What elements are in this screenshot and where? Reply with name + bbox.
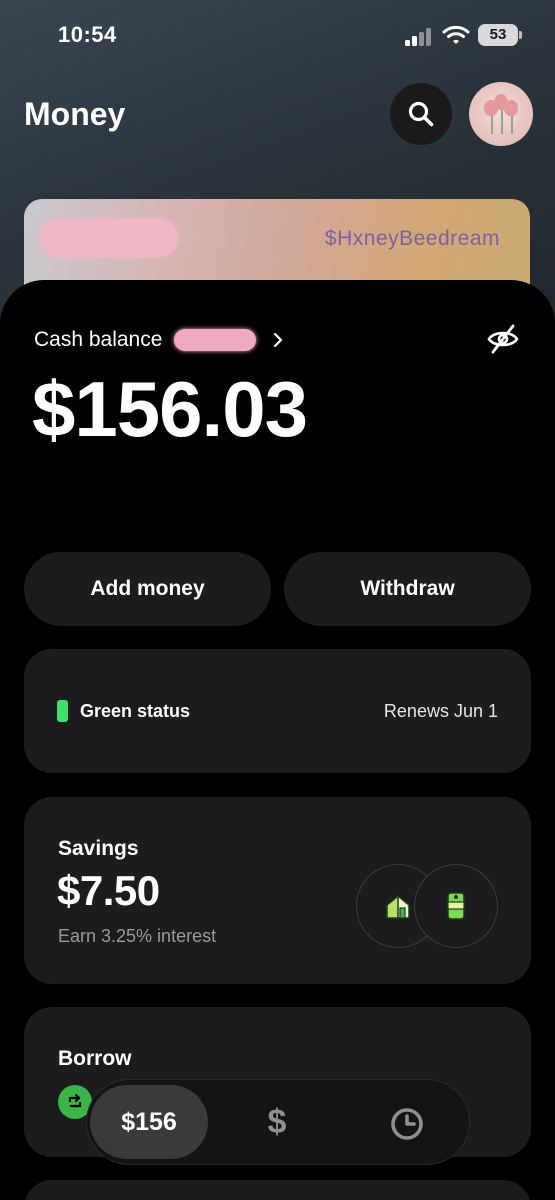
clock-time: 10:54 (58, 22, 117, 47)
cashtag: $HxneyBeedream (324, 227, 500, 250)
savings-interest: Earn 3.25% interest (58, 926, 217, 946)
redacted-account-info (174, 329, 257, 351)
status-bar: 10:54 53 (0, 0, 555, 70)
page-title: Money (24, 96, 126, 132)
add-money-button[interactable]: Add money (24, 552, 271, 626)
clock-icon[interactable] (387, 1104, 427, 1144)
borrow-title: Borrow (58, 1047, 132, 1070)
redacted-card-info (40, 219, 178, 257)
chevron-right-icon (274, 332, 283, 348)
avatar[interactable] (469, 82, 533, 146)
status-indicator (57, 700, 68, 722)
battery-indicator: 53 (478, 24, 522, 46)
cash-balance-amount: $156.03 (32, 365, 308, 453)
withdraw-button[interactable]: Withdraw (284, 552, 531, 626)
balance-label-row[interactable]: Cash balance (34, 326, 286, 354)
savings-amount: $7.50 (57, 867, 160, 914)
savings-goal-cash[interactable] (414, 864, 498, 948)
next-panel[interactable] (24, 1180, 531, 1200)
savings-panel[interactable]: Savings $7.50 Earn 3.25% interest (24, 797, 531, 984)
green-status-panel[interactable]: Green status Renews Jun 1 (24, 649, 531, 773)
search-button[interactable] (390, 83, 452, 145)
dollar-icon[interactable]: $ (247, 1100, 307, 1144)
bottom-nav: $156 $ (86, 1079, 470, 1165)
savings-title: Savings (58, 837, 139, 860)
house-icon (386, 894, 410, 919)
cash-roll-icon (447, 892, 465, 920)
balance-label: Cash balance (34, 328, 163, 351)
wifi-icon (442, 25, 470, 44)
search-icon (408, 101, 434, 127)
renews-date: Renews Jun 1 (383, 701, 498, 721)
eye-slash-icon[interactable] (486, 322, 520, 356)
status-label: Green status (80, 701, 191, 721)
signal-icon (405, 28, 433, 46)
nav-balance-tab[interactable]: $156 (90, 1085, 208, 1159)
